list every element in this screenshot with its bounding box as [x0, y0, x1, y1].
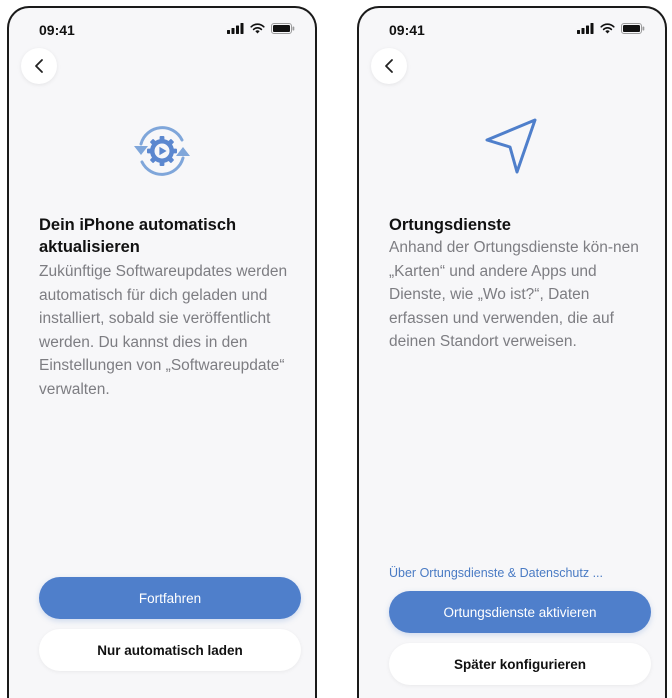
page-title: Ortungsdienste	[389, 216, 511, 234]
back-button[interactable]	[21, 48, 57, 84]
phone-screen-software-update: 09:41 Dein iPhone automatisch aktualisie…	[7, 6, 317, 698]
phone-screen-location-services: 09:41 Ortungsdienste Anhand der Ortungsd…	[357, 6, 667, 698]
continue-button[interactable]: Fortfahren	[39, 577, 301, 619]
status-icons	[577, 23, 645, 34]
software-update-gear-icon	[134, 126, 190, 176]
cellular-signal-icon	[227, 23, 244, 34]
privacy-info-link[interactable]: Über Ortungsdienste & Datenschutz ...	[389, 566, 603, 580]
wifi-icon	[250, 23, 265, 34]
canvas: 09:41 Dein iPhone automatisch aktualisie…	[0, 0, 672, 698]
wifi-icon	[600, 23, 615, 34]
battery-icon	[621, 23, 645, 34]
page-title-line-1: Dein iPhone automatisch	[39, 216, 237, 234]
enable-location-services-button[interactable]: Ortungsdienste aktivieren	[389, 591, 651, 633]
status-icons	[227, 23, 295, 34]
auto-download-only-button[interactable]: Nur automatisch laden	[39, 629, 301, 671]
page-title: Dein iPhone automatisch aktualisieren	[39, 214, 297, 258]
status-time: 09:41	[39, 22, 75, 38]
chevron-left-icon	[35, 59, 43, 73]
status-bar: 09:41	[9, 8, 315, 48]
status-time: 09:41	[389, 22, 425, 38]
status-bar: 09:41	[359, 8, 665, 48]
chevron-left-icon	[385, 59, 393, 73]
battery-icon	[271, 23, 295, 34]
description-text: Anhand der Ortungsdienste kön-nen „Karte…	[389, 239, 639, 350]
description-text: Zukünftige Softwareupdates werden automa…	[39, 263, 288, 398]
back-button[interactable]	[371, 48, 407, 84]
location-arrow-icon	[485, 118, 537, 174]
page-title-line-2: aktualisieren	[39, 238, 140, 256]
cellular-signal-icon	[577, 23, 594, 34]
configure-later-button[interactable]: Später konfigurieren	[389, 643, 651, 685]
